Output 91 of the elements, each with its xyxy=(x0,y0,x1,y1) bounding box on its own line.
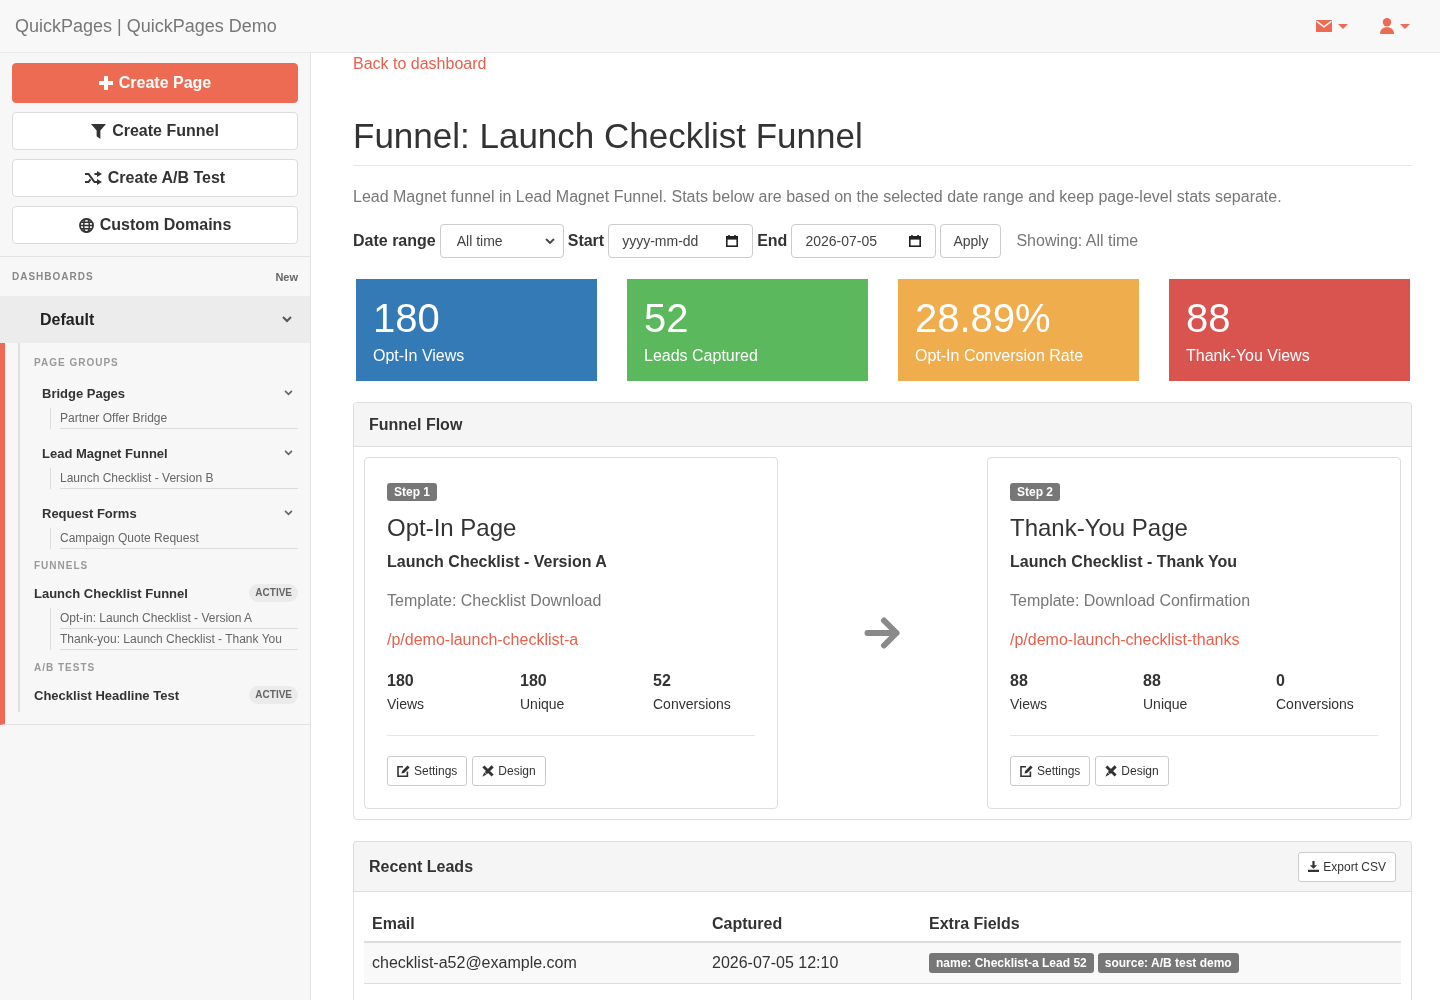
end-date-field[interactable]: 2026-07-05 xyxy=(791,224,937,258)
section-heading: PAGE GROUPS xyxy=(34,356,120,370)
metric-label: Views xyxy=(387,695,425,713)
stat-label: Opt-In Conversion Rate xyxy=(915,346,1085,366)
stat-label: Opt-In Views xyxy=(373,346,466,366)
edit-icon xyxy=(1020,765,1033,777)
metric-label: Views xyxy=(1010,695,1048,713)
create-ab-test-button[interactable]: Create A/B Test xyxy=(12,159,298,197)
field-tag: source: A/B test demo xyxy=(1097,953,1239,973)
end-label: End xyxy=(757,232,788,250)
field-tag: name: Checklist-a Lead 52 xyxy=(929,953,1094,973)
stat-value: 28.89% xyxy=(915,295,1052,341)
page-link[interactable]: Partner Offer Bridge xyxy=(60,408,298,429)
shuffle-icon xyxy=(84,171,102,185)
showing-text: Showing: All time xyxy=(1016,232,1139,250)
step-template: Template: Download Confirmation xyxy=(1010,591,1252,611)
step-title: Thank-You Page xyxy=(1010,513,1189,543)
new-dashboard-link[interactable]: New xyxy=(275,270,298,283)
design-button[interactable]: Design xyxy=(472,756,546,786)
stat-label: Leads Captured xyxy=(644,346,759,366)
section-heading: FUNNELS xyxy=(34,559,90,573)
stat-value: 52 xyxy=(644,295,690,341)
metric-label: Unique xyxy=(520,695,565,713)
globe-icon xyxy=(78,217,94,233)
metric-label: Unique xyxy=(1143,695,1188,713)
panel-title: Funnel Flow xyxy=(369,415,463,434)
email-cell: checklist-a52@example.com xyxy=(364,942,704,984)
apply-button[interactable]: Apply xyxy=(940,224,1002,258)
design-button[interactable]: Design xyxy=(1095,756,1169,786)
page-description: Lead Magnet funnel in Lead Magnet Funnel. Stats below are based on the selected date range and keep page-level stats separate. xyxy=(353,187,1283,207)
date-range-label: Date range xyxy=(353,232,436,250)
section-heading: A/B TESTS xyxy=(34,661,97,675)
arrow-right-icon xyxy=(863,616,902,650)
chevron-icon[interactable] xyxy=(284,450,293,456)
funnel-page-link[interactable]: Thank-you: Launch Checklist - Thank You xyxy=(60,629,298,650)
app-brand[interactable]: QuickPages | QuickPages Demo xyxy=(15,14,277,38)
caret-icon xyxy=(1338,23,1348,29)
page-link[interactable]: Launch Checklist - Version B xyxy=(60,468,298,489)
ab-test-link[interactable]: Checklist Headline Test xyxy=(34,687,179,703)
unique-count: 88 xyxy=(1143,671,1161,691)
status-badge: ACTIVE xyxy=(249,686,298,704)
download-icon xyxy=(1308,861,1320,872)
step-tag: Step 2 xyxy=(1010,483,1060,501)
funnel-link[interactable]: Launch Checklist Funnel xyxy=(34,585,188,601)
person-icon xyxy=(1380,18,1394,34)
section-heading: DASHBOARDS xyxy=(12,269,94,284)
envelope-icon xyxy=(1316,20,1332,32)
panel-title: Recent Leads xyxy=(369,857,474,876)
views-count: 180 xyxy=(387,671,414,691)
step-title: Opt-In Page xyxy=(387,513,518,543)
unique-count: 180 xyxy=(520,671,547,691)
step-tag: Step 1 xyxy=(387,483,437,501)
custom-domains-button[interactable]: Custom Domains xyxy=(12,206,298,244)
filter-icon xyxy=(91,123,107,139)
settings-button[interactable]: Settings xyxy=(387,756,468,786)
status-badge: ACTIVE xyxy=(249,584,298,602)
pencil-ruler-icon xyxy=(482,765,495,777)
pencil-ruler-icon xyxy=(1105,765,1118,777)
calendar-icon xyxy=(909,235,922,247)
stat-value: 88 xyxy=(1186,295,1232,341)
views-count: 88 xyxy=(1010,671,1028,691)
page-group-link[interactable]: Lead Magnet Funnel xyxy=(42,445,168,461)
create-funnel-button[interactable]: Create Funnel xyxy=(12,112,298,150)
conversions-count: 52 xyxy=(653,671,671,691)
caret-icon xyxy=(1400,23,1410,29)
start-label: Start xyxy=(567,232,605,250)
chevron-icon[interactable] xyxy=(284,390,293,396)
page-group-link[interactable]: Bridge Pages xyxy=(42,385,126,401)
step-page-name: Launch Checklist - Thank You xyxy=(1010,552,1238,572)
edit-icon xyxy=(397,765,410,777)
chevron-icon xyxy=(544,237,555,245)
date-range-select[interactable]: All time xyxy=(439,224,564,258)
page-title: Funnel: Launch Checklist Funnel xyxy=(353,116,1412,166)
date-cell: 2026-07-05 12:10 xyxy=(704,942,921,984)
settings-button[interactable]: Settings xyxy=(1010,756,1091,786)
start-date-field[interactable]: yyyy-mm-dd xyxy=(608,224,754,258)
export-csv-button[interactable]: Export CSV xyxy=(1298,851,1396,882)
metric-label: Conversions xyxy=(1276,695,1354,713)
page-link[interactable]: Campaign Quote Request xyxy=(60,528,298,549)
metric-label: Conversions xyxy=(653,695,731,713)
calendar-icon xyxy=(726,235,739,247)
step-template: Template: Checklist Download xyxy=(387,591,603,611)
stat-label: Thank-You Views xyxy=(1186,346,1311,366)
step-page-name: Launch Checklist - Version A xyxy=(387,552,608,572)
page-group-link[interactable]: Request Forms xyxy=(42,505,137,521)
stat-value: 180 xyxy=(373,295,441,341)
funnel-page-link[interactable]: Opt-in: Launch Checklist - Version A xyxy=(60,608,298,629)
plus-icon xyxy=(98,76,113,90)
conversions-count: 0 xyxy=(1276,671,1285,691)
chevron-icon[interactable] xyxy=(284,510,293,516)
dashboard-item[interactable]: Default xyxy=(0,296,310,343)
